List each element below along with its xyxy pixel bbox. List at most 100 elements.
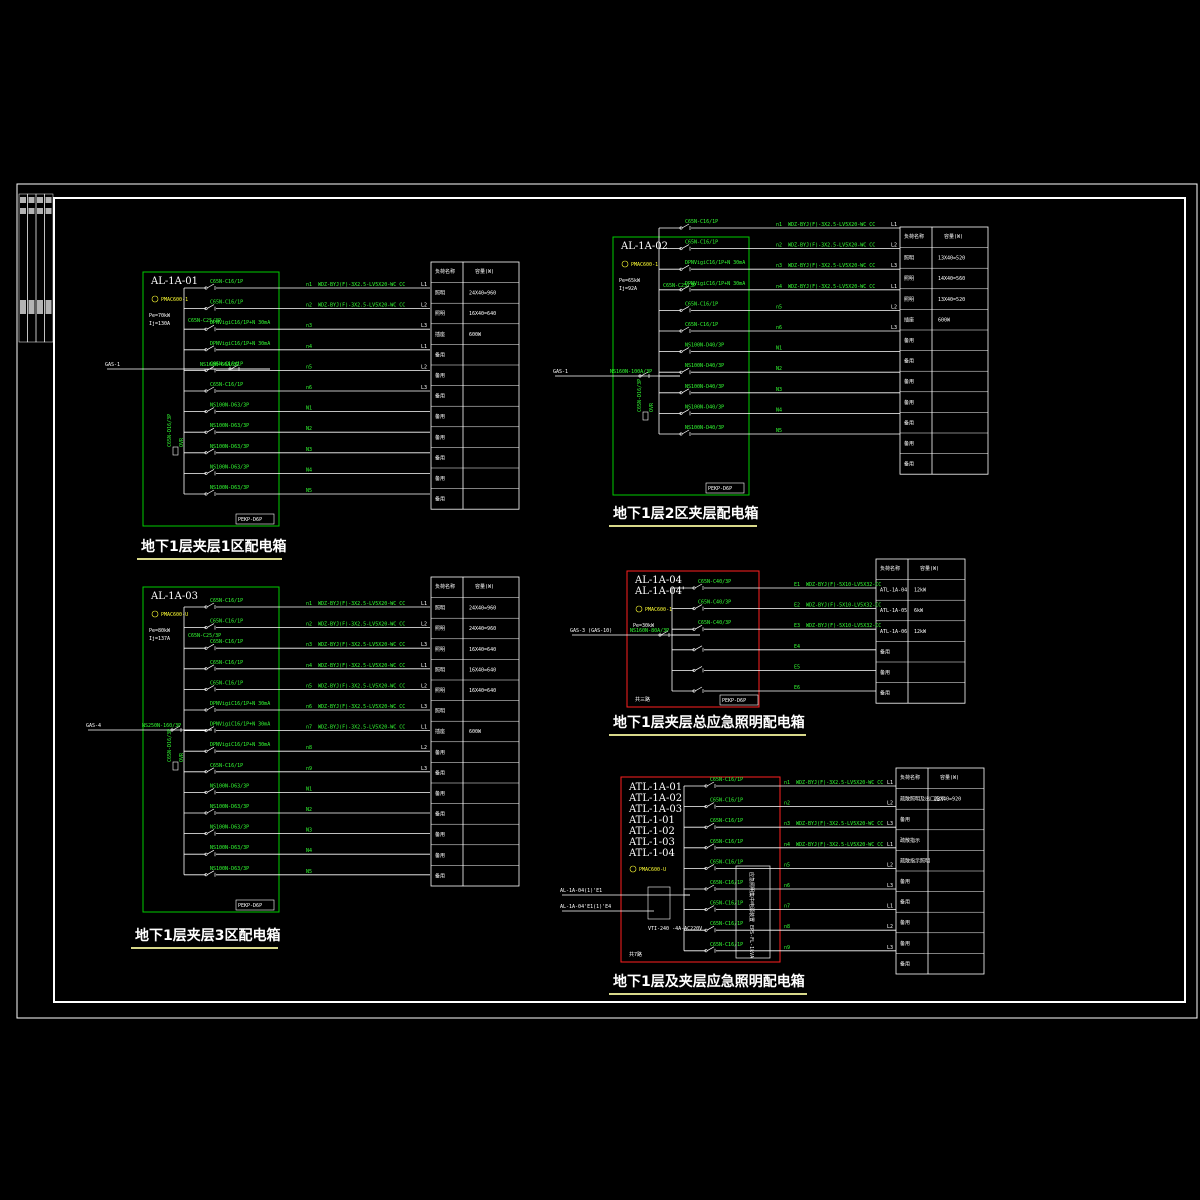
circuit-number: n5 xyxy=(306,364,312,370)
circuit-breaker-label: DPNVigiC16/1P+N 30mA xyxy=(210,722,270,728)
load-name: 备用 xyxy=(435,351,445,358)
spd-model-label: OVR xyxy=(179,437,185,447)
panel-id: ATL-1-01 xyxy=(628,815,675,826)
load-name: 插座 xyxy=(435,728,445,735)
circuit-breaker-label: DPNVigiC16/1P+N 30mA xyxy=(685,260,745,266)
circuit-breaker-label: C65N-C16/1P xyxy=(710,880,743,886)
load-name: 照明 xyxy=(435,626,445,632)
load-name: 备用 xyxy=(435,790,445,797)
circuit-phase: L1 xyxy=(887,904,893,910)
load-name: 备用 xyxy=(904,378,914,385)
circuit-breaker-label: C65N-C16/1P xyxy=(710,942,743,948)
pe-terminal-label: PEKP-D6P xyxy=(722,698,746,704)
load-name: 插座 xyxy=(904,316,914,323)
circuit-phase: L1 xyxy=(891,284,897,290)
load-name: ATL-1A-05 xyxy=(880,608,907,614)
drawing-sheet: AL-1A-01 PMAC600-1 Pe=70kW Ij=130A GAS-1 NS16… xyxy=(0,0,1200,1200)
pe-terminal-label: PEKP-D6P xyxy=(238,903,262,909)
load-name: 备用 xyxy=(435,769,445,776)
circuit-phase: L3 xyxy=(421,642,427,648)
load-name: 照明 xyxy=(435,311,445,317)
table-header-capacity: 容量(W) xyxy=(920,565,939,572)
circuit-phase: L3 xyxy=(421,323,427,329)
title-block-cell xyxy=(45,208,52,214)
circuit-cable: WDZ-BYJ(F)-3X2.5-LV5X20-WC CC xyxy=(788,222,875,228)
spd-breaker-label: C65N-D16/3P xyxy=(167,729,173,762)
load-name: 备用 xyxy=(435,831,445,838)
ats-label: VTI-240 -4A-AC220V xyxy=(648,926,702,932)
circuit-phase: L1 xyxy=(421,725,427,731)
load-name: 备用 xyxy=(435,413,445,420)
load-name: 备用 xyxy=(435,434,445,441)
load-name: 备用 xyxy=(900,940,910,947)
circuit-breaker-label: C65N-C16/1P xyxy=(710,921,743,927)
circuit-breaker-label: NS100N-D63/3P xyxy=(210,804,249,810)
circuit-cable: WDZ-BYJ(F)-3X2.5-LV5X20-WC CC xyxy=(318,303,405,309)
spd-breaker-label: C65N-D16/3P xyxy=(637,379,643,412)
circuit-breaker-label: C65N-C16/1P xyxy=(710,859,743,865)
load-name: 备用 xyxy=(904,399,914,406)
circuit-breaker-label: NS100N-D40/3P xyxy=(685,404,724,410)
load-name: 备用 xyxy=(435,872,445,879)
load-name: 备用 xyxy=(900,816,910,823)
load-capacity: 600W xyxy=(469,332,482,338)
circuit-cable: WDZ-BYJ(F)-3X2.5-LV5X20-WC CC xyxy=(318,704,405,710)
circuit-phase: L1 xyxy=(421,601,427,607)
load-name: ATL-1A-06 xyxy=(880,629,907,635)
load-name: 备用 xyxy=(900,960,910,967)
circuit-phase: L2 xyxy=(421,745,427,751)
load-capacity: 24X40=960 xyxy=(469,626,496,632)
circuit-number: n9 xyxy=(784,945,790,951)
load-capacity: 24X40=960 xyxy=(469,606,496,612)
panel-param: Pe=65kW xyxy=(619,278,641,284)
circuit-phase: L3 xyxy=(421,704,427,710)
circuit-phase: L1 xyxy=(421,663,427,669)
load-capacity: 16X40=640 xyxy=(469,688,496,694)
circuit-number: E6 xyxy=(794,685,800,691)
load-capacity: 16X40=640 xyxy=(469,667,496,673)
circuit-number: E1 xyxy=(794,582,800,588)
circuit-cable: WDZ-BYJ(F)-3X2.5-LV5X20-WC CC xyxy=(796,780,883,786)
circuit-breaker-label: NS100N-D40/3P xyxy=(685,363,724,369)
incoming-label: AL-1A-04(1)'E1 xyxy=(560,888,602,894)
circuit-number: N5 xyxy=(306,869,312,875)
circuit-breaker-label: C65N-C16/1P xyxy=(710,798,743,804)
circuit-breaker-label: C65N-C16/1P xyxy=(685,240,718,246)
circuit-phase: L3 xyxy=(887,883,893,889)
circuit-phase: L3 xyxy=(891,325,897,331)
circuit-breaker-label: C65N-C16/1P xyxy=(210,300,243,306)
load-name: 备用 xyxy=(435,811,445,818)
load-name: 备用 xyxy=(900,878,910,885)
circuit-phase: L3 xyxy=(887,821,893,827)
circuit-breaker-label: C65N-C16/1P xyxy=(210,639,243,645)
circuit-number: n7 xyxy=(784,904,790,910)
title-block-cell xyxy=(45,300,52,314)
circuit-cable: WDZ-BYJ(F)-3X2.5-LV5X20-WC CC xyxy=(796,842,883,848)
panel-id: ATL-1-04 xyxy=(628,848,675,859)
circuit-number: n8 xyxy=(784,924,790,930)
panel-title: 地下1层2区夹层配电箱 xyxy=(613,505,758,522)
circuit-phase: L3 xyxy=(421,766,427,772)
circuit-number: N5 xyxy=(776,428,782,434)
circuit-breaker-label: C65N-C16/1P xyxy=(210,660,243,666)
circuit-number: n6 xyxy=(306,385,312,391)
circuit-breaker-label: C65N-C16/1P xyxy=(210,279,243,285)
load-name: 备用 xyxy=(435,454,445,461)
panel-param: Ij=130A xyxy=(149,321,170,327)
load-name: 备用 xyxy=(904,337,914,344)
circuit-number: N4 xyxy=(306,848,312,854)
circuit-number: n3 xyxy=(784,821,790,827)
panel-id: ATL-1-03 xyxy=(628,837,675,848)
circuit-breaker-label: NS100N-D63/3P xyxy=(210,464,249,470)
load-capacity: 16X40=640 xyxy=(469,647,496,653)
circuit-number: n4 xyxy=(306,663,312,669)
circuit-number: n8 xyxy=(306,745,312,751)
load-name: 备用 xyxy=(904,358,914,365)
circuit-cable: WDZ-BYJ(F)-5X10-LV5X32-CC xyxy=(806,623,881,629)
load-name: 备用 xyxy=(435,749,445,756)
title-block-cell xyxy=(37,197,43,203)
circuit-cable: WDZ-BYJ(F)-5X10-LV5X32-CC xyxy=(806,582,881,588)
load-name: 备用 xyxy=(880,690,890,697)
table-header-load: 负荷名称 xyxy=(900,774,920,781)
load-name: 照明 xyxy=(904,256,914,262)
